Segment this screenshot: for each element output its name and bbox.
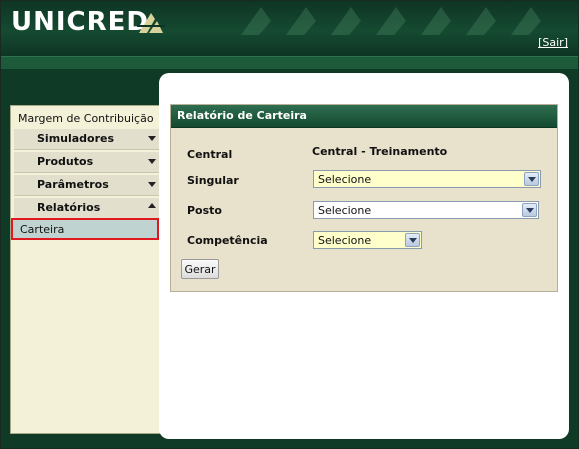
- competencia-select[interactable]: Selecione: [313, 231, 422, 249]
- central-label: Central: [187, 148, 233, 161]
- sidebar-item-label: Produtos: [37, 155, 94, 168]
- sidebar-item-label: Relatórios: [37, 201, 101, 214]
- sidebar-subitem-label: Carteira: [20, 223, 65, 236]
- dropdown-arrow-icon[interactable]: [522, 203, 537, 217]
- sidebar-item-label: Simuladores: [37, 132, 115, 145]
- sidebar-item-label: Parâmetros: [37, 178, 109, 191]
- posto-label: Posto: [187, 204, 222, 217]
- panel-title: Relatório de Carteira: [177, 109, 307, 122]
- unicred-logo-icon: [137, 13, 165, 33]
- gerar-button[interactable]: Gerar: [181, 259, 219, 279]
- chevron-up-icon: [148, 203, 156, 208]
- sidebar-item-simuladores[interactable]: Simuladores: [14, 129, 159, 150]
- unicred-logo: UNICRED: [11, 7, 149, 37]
- header-decoration: [241, 7, 541, 35]
- logo-text-uni: UNI: [11, 7, 67, 37]
- posto-select[interactable]: Selecione: [313, 201, 539, 219]
- competencia-select-value: Selecione: [318, 234, 372, 247]
- chevron-down-icon: [148, 182, 156, 187]
- singular-label: Singular: [187, 174, 239, 187]
- dropdown-arrow-icon[interactable]: [524, 172, 539, 186]
- header-bar: UNICRED [Sair]: [1, 1, 578, 56]
- dropdown-arrow-icon[interactable]: [405, 233, 420, 247]
- sidebar-menu: Margem de Contribuição Simuladores Produ…: [10, 105, 162, 434]
- central-value: Central - Treinamento: [312, 145, 448, 158]
- posto-select-value: Selecione: [318, 204, 372, 217]
- sidebar-item-relatorios[interactable]: Relatórios: [14, 198, 159, 219]
- sair-link[interactable]: [Sair]: [538, 36, 568, 49]
- competencia-label: Competência: [187, 234, 268, 247]
- singular-select[interactable]: Selecione: [313, 170, 541, 188]
- content-card: Relatório de Carteira Central Central - …: [159, 73, 569, 439]
- sidebar-subitem-carteira[interactable]: Carteira: [11, 218, 159, 240]
- chevron-down-icon: [148, 159, 156, 164]
- sidebar-item-produtos[interactable]: Produtos: [14, 152, 159, 173]
- header-stripe: [1, 56, 578, 69]
- chevron-down-icon: [148, 136, 156, 141]
- panel-header: Relatório de Carteira: [171, 105, 557, 128]
- relatorio-panel: Relatório de Carteira Central Central - …: [170, 104, 558, 292]
- singular-select-value: Selecione: [318, 173, 372, 186]
- app-window: UNICRED [Sair] Margem de Contribuição Si…: [0, 0, 579, 449]
- sidebar-item-parametros[interactable]: Parâmetros: [14, 175, 159, 196]
- sidebar-title: Margem de Contribuição: [18, 112, 154, 125]
